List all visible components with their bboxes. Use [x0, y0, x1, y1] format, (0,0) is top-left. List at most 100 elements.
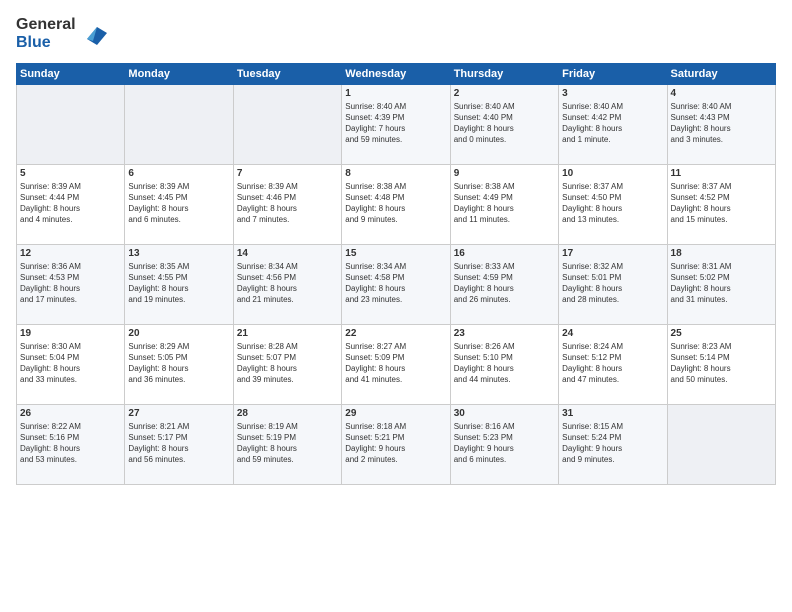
day-number: 6 — [128, 168, 229, 179]
weekday-header-friday: Friday — [559, 63, 667, 84]
day-number: 13 — [128, 248, 229, 259]
day-number: 20 — [128, 328, 229, 339]
day-detail: Sunrise: 8:37 AM Sunset: 4:52 PM Dayligh… — [671, 181, 772, 226]
calendar-cell: 30 Sunrise: 8:16 AM Sunset: 5:23 PM Dayli… — [450, 404, 558, 484]
calendar-cell: 18 Sunrise: 8:31 AM Sunset: 5:02 PM Dayli… — [667, 244, 775, 324]
calendar-cell — [125, 84, 233, 164]
day-detail: Sunrise: 8:31 AM Sunset: 5:02 PM Dayligh… — [671, 261, 772, 306]
day-number: 3 — [562, 88, 663, 99]
calendar-week-1: 1 Sunrise: 8:40 AM Sunset: 4:39 PM Daylig… — [17, 84, 776, 164]
day-number: 18 — [671, 248, 772, 259]
day-number: 11 — [671, 168, 772, 179]
logo-icon — [79, 19, 109, 49]
day-detail: Sunrise: 8:36 AM Sunset: 4:53 PM Dayligh… — [20, 261, 121, 306]
calendar-cell: 12 Sunrise: 8:36 AM Sunset: 4:53 PM Dayli… — [17, 244, 125, 324]
calendar-cell: 7Sunrise: 8:39 AM Sunset: 4:46 PM Daylig… — [233, 164, 341, 244]
day-detail: Sunrise: 8:23 AM Sunset: 5:14 PM Dayligh… — [671, 341, 772, 386]
day-number: 27 — [128, 408, 229, 419]
calendar-week-5: 26Sunrise: 8:22 AM Sunset: 5:16 PM Dayli… — [17, 404, 776, 484]
calendar-cell: 1 Sunrise: 8:40 AM Sunset: 4:39 PM Daylig… — [342, 84, 450, 164]
day-number: 17 — [562, 248, 663, 259]
calendar-cell: 29Sunrise: 8:18 AM Sunset: 5:21 PM Dayli… — [342, 404, 450, 484]
calendar-cell: 22 Sunrise: 8:27 AM Sunset: 5:09 PM Dayli… — [342, 324, 450, 404]
calendar-cell — [667, 404, 775, 484]
calendar-cell: 23Sunrise: 8:26 AM Sunset: 5:10 PM Dayli… — [450, 324, 558, 404]
calendar-page: General Blue SundayMondayTuesdayWednesda… — [0, 0, 792, 612]
day-number: 9 — [454, 168, 555, 179]
calendar-cell: 13 Sunrise: 8:35 AM Sunset: 4:55 PM Dayli… — [125, 244, 233, 324]
calendar-week-4: 19 Sunrise: 8:30 AM Sunset: 5:04 PM Dayli… — [17, 324, 776, 404]
day-number: 25 — [671, 328, 772, 339]
calendar-cell: 28 Sunrise: 8:19 AM Sunset: 5:19 PM Dayli… — [233, 404, 341, 484]
calendar-cell: 19 Sunrise: 8:30 AM Sunset: 5:04 PM Dayli… — [17, 324, 125, 404]
day-detail: Sunrise: 8:39 AM Sunset: 4:45 PM Dayligh… — [128, 181, 229, 226]
day-number: 4 — [671, 88, 772, 99]
day-number: 19 — [20, 328, 121, 339]
day-number: 5 — [20, 168, 121, 179]
header: General Blue — [16, 16, 776, 53]
day-detail: Sunrise: 8:27 AM Sunset: 5:09 PM Dayligh… — [345, 341, 446, 386]
day-detail: Sunrise: 8:39 AM Sunset: 4:44 PM Dayligh… — [20, 181, 121, 226]
day-number: 29 — [345, 408, 446, 419]
day-detail: Sunrise: 8:16 AM Sunset: 5:23 PM Dayligh… — [454, 421, 555, 466]
weekday-header-sunday: Sunday — [17, 63, 125, 84]
calendar-cell: 11 Sunrise: 8:37 AM Sunset: 4:52 PM Dayli… — [667, 164, 775, 244]
day-detail: Sunrise: 8:19 AM Sunset: 5:19 PM Dayligh… — [237, 421, 338, 466]
day-detail: Sunrise: 8:30 AM Sunset: 5:04 PM Dayligh… — [20, 341, 121, 386]
calendar-cell: 10 Sunrise: 8:37 AM Sunset: 4:50 PM Dayli… — [559, 164, 667, 244]
day-number: 28 — [237, 408, 338, 419]
calendar-cell: 31 Sunrise: 8:15 AM Sunset: 5:24 PM Dayli… — [559, 404, 667, 484]
day-number: 22 — [345, 328, 446, 339]
day-number: 14 — [237, 248, 338, 259]
calendar-cell — [17, 84, 125, 164]
day-number: 10 — [562, 168, 663, 179]
calendar-cell: 3 Sunrise: 8:40 AM Sunset: 4:42 PM Daylig… — [559, 84, 667, 164]
calendar-cell: 9 Sunrise: 8:38 AM Sunset: 4:49 PM Daylig… — [450, 164, 558, 244]
day-detail: Sunrise: 8:40 AM Sunset: 4:42 PM Dayligh… — [562, 101, 663, 146]
day-detail: Sunrise: 8:21 AM Sunset: 5:17 PM Dayligh… — [128, 421, 229, 466]
calendar-week-3: 12 Sunrise: 8:36 AM Sunset: 4:53 PM Dayli… — [17, 244, 776, 324]
calendar-table: SundayMondayTuesdayWednesdayThursdayFrid… — [16, 63, 776, 485]
calendar-cell: 4 Sunrise: 8:40 AM Sunset: 4:43 PM Daylig… — [667, 84, 775, 164]
day-detail: Sunrise: 8:24 AM Sunset: 5:12 PM Dayligh… — [562, 341, 663, 386]
weekday-header-row: SundayMondayTuesdayWednesdayThursdayFrid… — [17, 63, 776, 84]
day-number: 24 — [562, 328, 663, 339]
day-number: 23 — [454, 328, 555, 339]
logo-blue-text: Blue — [16, 34, 76, 52]
day-detail: Sunrise: 8:33 AM Sunset: 4:59 PM Dayligh… — [454, 261, 555, 306]
logo-general-text: General — [16, 16, 76, 34]
day-detail: Sunrise: 8:39 AM Sunset: 4:46 PM Dayligh… — [237, 181, 338, 226]
day-detail: Sunrise: 8:37 AM Sunset: 4:50 PM Dayligh… — [562, 181, 663, 226]
day-detail: Sunrise: 8:38 AM Sunset: 4:49 PM Dayligh… — [454, 181, 555, 226]
weekday-header-saturday: Saturday — [667, 63, 775, 84]
calendar-cell: 26Sunrise: 8:22 AM Sunset: 5:16 PM Dayli… — [17, 404, 125, 484]
day-detail: Sunrise: 8:34 AM Sunset: 4:58 PM Dayligh… — [345, 261, 446, 306]
day-number: 1 — [345, 88, 446, 99]
day-detail: Sunrise: 8:40 AM Sunset: 4:39 PM Dayligh… — [345, 101, 446, 146]
day-detail: Sunrise: 8:35 AM Sunset: 4:55 PM Dayligh… — [128, 261, 229, 306]
day-number: 26 — [20, 408, 121, 419]
day-detail: Sunrise: 8:40 AM Sunset: 4:40 PM Dayligh… — [454, 101, 555, 146]
calendar-cell: 6 Sunrise: 8:39 AM Sunset: 4:45 PM Daylig… — [125, 164, 233, 244]
day-number: 30 — [454, 408, 555, 419]
calendar-cell: 20Sunrise: 8:29 AM Sunset: 5:05 PM Dayli… — [125, 324, 233, 404]
calendar-cell: 24 Sunrise: 8:24 AM Sunset: 5:12 PM Dayli… — [559, 324, 667, 404]
calendar-cell: 2Sunrise: 8:40 AM Sunset: 4:40 PM Daylig… — [450, 84, 558, 164]
day-detail: Sunrise: 8:15 AM Sunset: 5:24 PM Dayligh… — [562, 421, 663, 466]
day-detail: Sunrise: 8:38 AM Sunset: 4:48 PM Dayligh… — [345, 181, 446, 226]
weekday-header-tuesday: Tuesday — [233, 63, 341, 84]
weekday-header-thursday: Thursday — [450, 63, 558, 84]
day-number: 8 — [345, 168, 446, 179]
day-detail: Sunrise: 8:32 AM Sunset: 5:01 PM Dayligh… — [562, 261, 663, 306]
day-number: 16 — [454, 248, 555, 259]
weekday-header-wednesday: Wednesday — [342, 63, 450, 84]
calendar-cell: 15 Sunrise: 8:34 AM Sunset: 4:58 PM Dayli… — [342, 244, 450, 324]
calendar-cell: 25 Sunrise: 8:23 AM Sunset: 5:14 PM Dayli… — [667, 324, 775, 404]
calendar-cell: 14Sunrise: 8:34 AM Sunset: 4:56 PM Dayli… — [233, 244, 341, 324]
calendar-cell: 16 Sunrise: 8:33 AM Sunset: 4:59 PM Dayli… — [450, 244, 558, 324]
day-number: 12 — [20, 248, 121, 259]
day-number: 15 — [345, 248, 446, 259]
day-detail: Sunrise: 8:40 AM Sunset: 4:43 PM Dayligh… — [671, 101, 772, 146]
day-number: 31 — [562, 408, 663, 419]
weekday-header-monday: Monday — [125, 63, 233, 84]
